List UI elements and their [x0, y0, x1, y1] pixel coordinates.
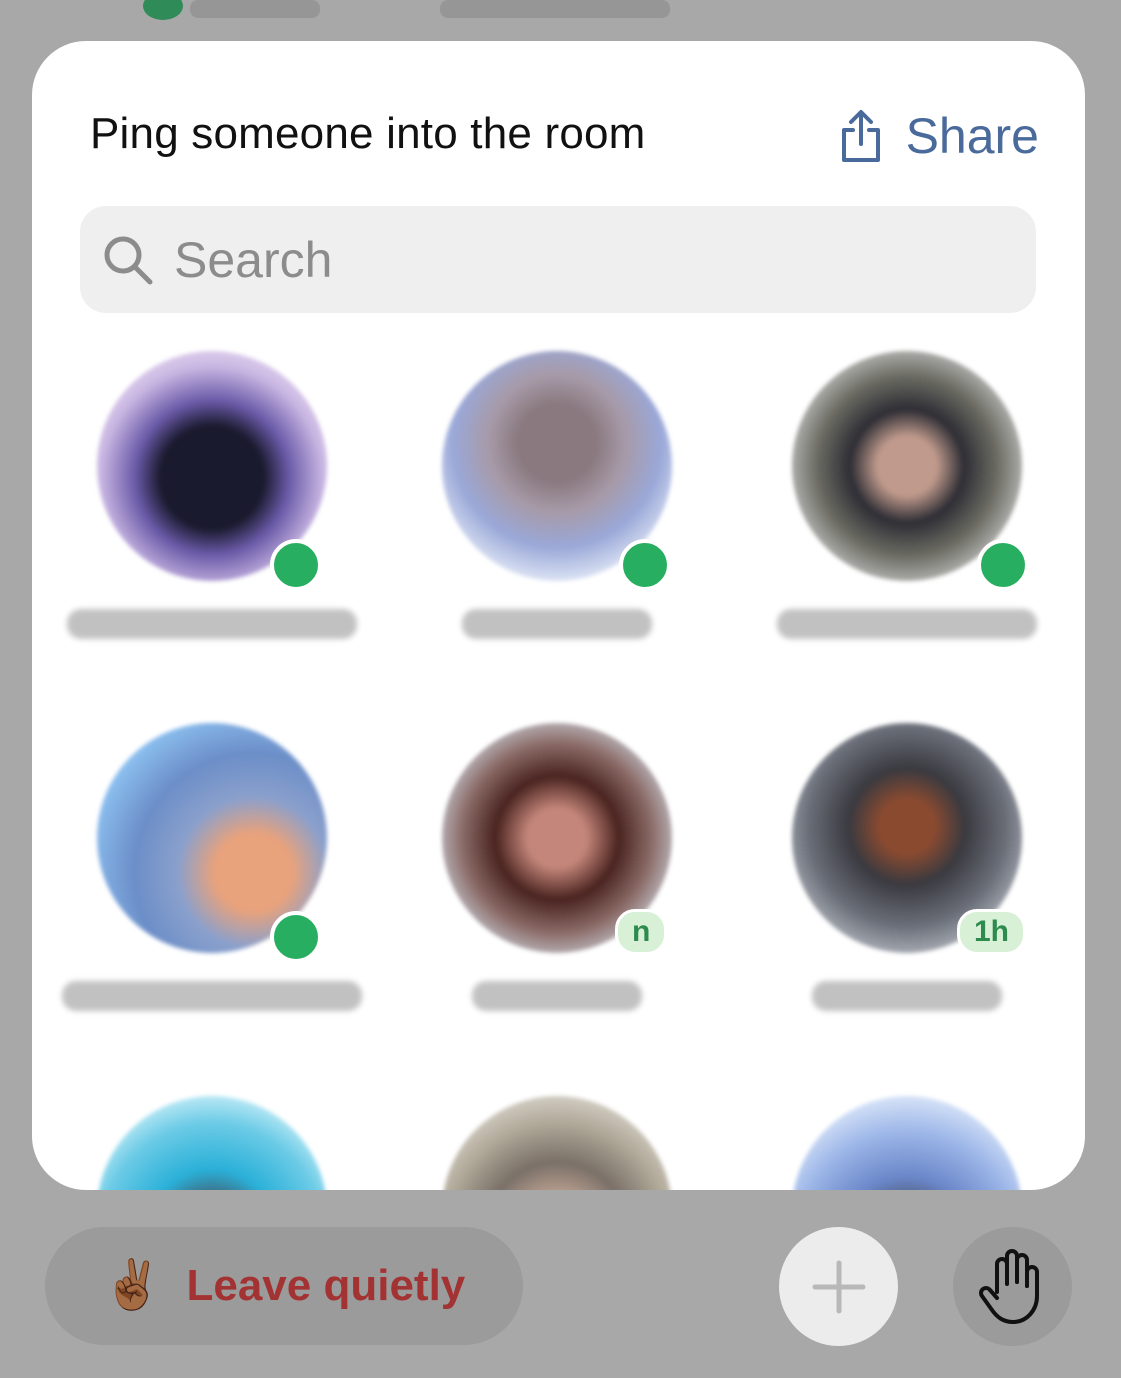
person-card[interactable]	[62, 713, 362, 1043]
person-card[interactable]	[757, 1086, 1057, 1190]
online-status-icon	[270, 911, 322, 963]
person-card[interactable]	[62, 1086, 362, 1190]
person-name-redacted	[62, 981, 362, 1011]
person-name-redacted	[777, 609, 1037, 639]
online-status-icon	[977, 539, 1029, 591]
person-card[interactable]	[757, 341, 1057, 671]
add-button[interactable]	[779, 1227, 898, 1346]
share-label: Share	[905, 108, 1039, 164]
raise-hand-icon	[978, 1248, 1039, 1324]
person-name-redacted	[472, 981, 642, 1011]
avatar	[442, 1096, 672, 1190]
ping-sheet: Ping someone into the room Share Search …	[32, 41, 1085, 1190]
person-name-redacted	[812, 981, 1002, 1011]
background-name-blur	[440, 0, 670, 18]
peace-sign-icon: ✌🏾	[102, 1259, 163, 1312]
last-seen-badge: n	[615, 909, 668, 955]
share-button[interactable]: Share	[838, 107, 1039, 165]
share-icon	[841, 110, 880, 162]
plus-icon	[812, 1260, 865, 1313]
room-controls: ✌🏾 Leave quietly	[0, 1190, 1121, 1378]
sheet-title: Ping someone into the room	[90, 109, 646, 158]
person-card[interactable]: n	[407, 713, 707, 1043]
person-card[interactable]	[407, 341, 707, 671]
raise-hand-button[interactable]	[953, 1227, 1072, 1346]
person-name-redacted	[462, 609, 652, 639]
search-bar[interactable]	[80, 206, 1036, 313]
last-seen-badge: 1h	[957, 909, 1027, 955]
avatar	[792, 1096, 1022, 1190]
online-status-icon	[619, 539, 671, 591]
leave-quietly-label: Leave quietly	[186, 1261, 466, 1310]
online-status-icon	[270, 539, 322, 591]
avatar	[97, 1096, 327, 1190]
search-input[interactable]	[172, 229, 996, 290]
person-name-redacted	[67, 609, 357, 639]
person-card[interactable]	[407, 1086, 707, 1190]
leave-quietly-button[interactable]: ✌🏾 Leave quietly	[45, 1227, 523, 1345]
search-icon	[104, 236, 153, 284]
background-name-blur	[190, 0, 320, 18]
person-card[interactable]: 1h	[757, 713, 1057, 1043]
background-content	[0, 0, 1121, 40]
background-status-icon	[143, 0, 183, 20]
person-card[interactable]	[62, 341, 362, 671]
